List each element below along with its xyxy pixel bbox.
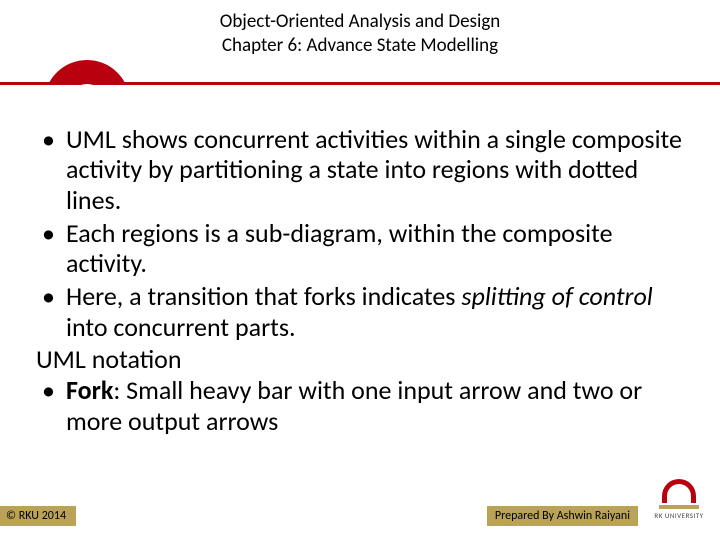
header-title-line1: Object-Oriented Analysis and Design [0,10,720,34]
author-badge: Prepared By Ashwin Raiyani [487,506,638,526]
bold-term: Fork [66,374,113,406]
bullet-list: UML shows concurrent activities within a… [36,124,684,343]
logo-arch-icon [662,479,696,503]
header-title-line2: Chapter 6: Advance State Modelling [0,34,720,58]
header-rule [0,68,720,98]
logo-text: RK UNIVERSITY [648,511,710,520]
slide-footer: © RKU 2014 Prepared By Ashwin Raiyani RK… [0,502,720,526]
copyright-badge: © RKU 2014 [0,506,76,526]
slide-content: UML shows concurrent activities within a… [0,98,720,437]
section-subhead: UML notation [36,344,684,375]
university-logo: RK UNIVERSITY [648,479,710,520]
bullet-item: Here, a transition that forks indicates … [36,281,684,342]
bullet-item: Fork: Small heavy bar with one input arr… [36,375,684,436]
slide-header: Object-Oriented Analysis and Design Chap… [0,0,720,64]
bullet-item: Each regions is a sub-diagram, within th… [36,218,684,279]
emphasis-text: splitting of control [461,280,652,312]
bullet-item: UML shows concurrent activities within a… [36,124,684,216]
logo-base [659,505,699,509]
bullet-list: Fork: Small heavy bar with one input arr… [36,375,684,436]
